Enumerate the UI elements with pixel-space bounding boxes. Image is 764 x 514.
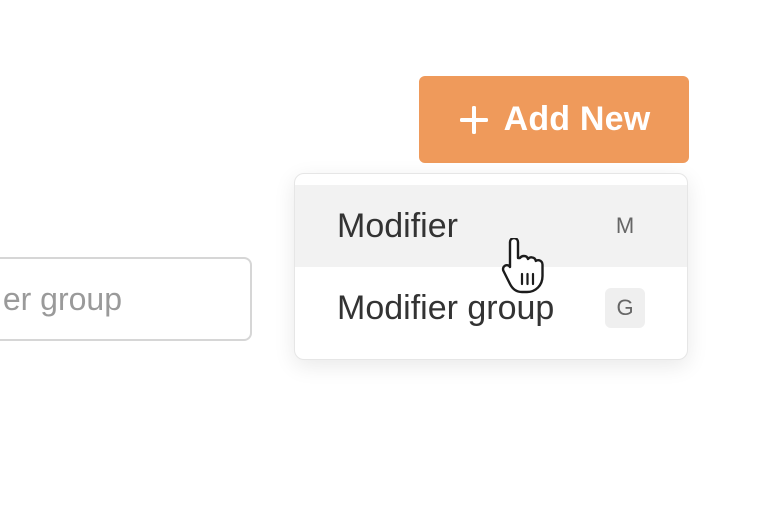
add-new-button[interactable]: Add New bbox=[419, 76, 689, 163]
add-new-label: Add New bbox=[503, 100, 651, 138]
plus-icon bbox=[459, 105, 488, 134]
add-new-dropdown-menu: Modifier M Modifier group G bbox=[294, 173, 688, 360]
hand-pointer-icon bbox=[501, 238, 544, 294]
search-input-text: er group bbox=[2, 281, 122, 317]
menu-item-modifier[interactable]: Modifier M bbox=[295, 185, 687, 267]
shortcut-badge: M bbox=[615, 213, 635, 238]
menu-item-label: Modifier bbox=[337, 207, 458, 245]
shortcut-badge: G bbox=[605, 288, 645, 328]
search-input[interactable]: er group bbox=[0, 257, 252, 341]
menu-item-modifier-group[interactable]: Modifier group G bbox=[295, 267, 687, 349]
